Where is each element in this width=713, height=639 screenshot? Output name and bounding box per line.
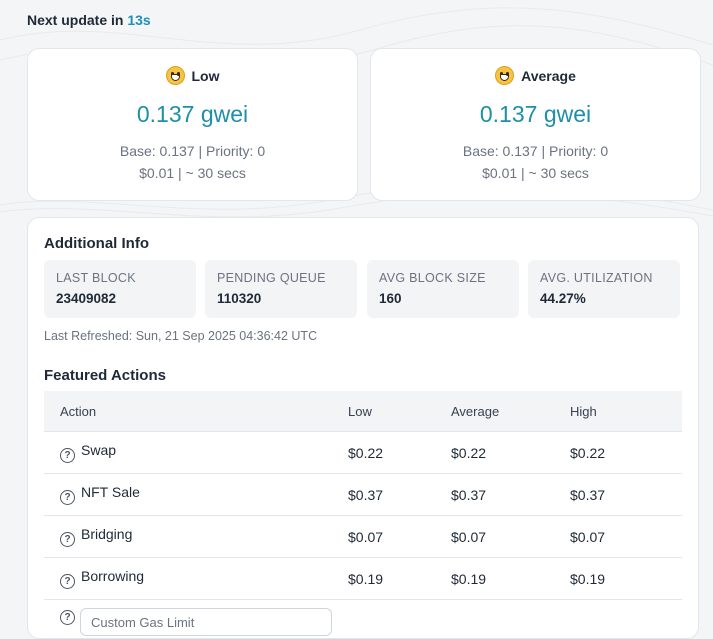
stat-value: 23409082 bbox=[56, 291, 117, 306]
stat-value: 44.27% bbox=[540, 291, 586, 306]
gas-card-header: Average bbox=[371, 66, 700, 85]
custom-gas-row: ? bbox=[44, 601, 344, 636]
action-name: Borrowing bbox=[81, 568, 145, 584]
cost-average: $0.22 bbox=[451, 431, 570, 474]
action-name: Bridging bbox=[81, 526, 133, 542]
stat-label: AVG. UTILIZATION bbox=[540, 271, 653, 285]
cost-average: $0.19 bbox=[451, 557, 570, 600]
last-refreshed-timestamp: Last Refreshed: Sun, 21 Sep 2025 04:36:4… bbox=[44, 329, 318, 343]
cost-average: $0.07 bbox=[451, 515, 570, 558]
action-name: Swap bbox=[81, 442, 117, 458]
grinning-face-icon bbox=[165, 66, 185, 85]
action-cell: ? Swap bbox=[44, 431, 348, 474]
stat-avg-utilization: AVG. UTILIZATION 44.27% bbox=[528, 260, 680, 318]
column-header-low: Low bbox=[348, 391, 451, 432]
help-icon[interactable]: ? bbox=[60, 532, 75, 547]
cost-low: $0.22 bbox=[348, 431, 451, 474]
column-header-average: Average bbox=[451, 391, 570, 432]
action-name: NFT Sale bbox=[81, 484, 140, 500]
stat-avg-block-size: AVG BLOCK SIZE 160 bbox=[367, 260, 519, 318]
countdown-timer: 13s bbox=[127, 12, 151, 28]
featured-actions-table: Action Low Average High ? Swap $0.22 $0.2… bbox=[44, 391, 682, 600]
help-icon[interactable]: ? bbox=[60, 490, 75, 505]
gas-cost-time: $0.01 | ~ 30 secs bbox=[482, 165, 589, 181]
gas-card-low: Low 0.137 gwei Base: 0.137 | Priority: 0… bbox=[27, 48, 358, 201]
table-row: ? Borrowing $0.19 $0.19 $0.19 bbox=[44, 557, 682, 600]
gas-card-average: Average 0.137 gwei Base: 0.137 | Priorit… bbox=[370, 48, 701, 201]
cost-low: $0.07 bbox=[348, 515, 451, 558]
cost-low: $0.19 bbox=[348, 557, 451, 600]
stat-value: 110320 bbox=[217, 291, 262, 306]
table-row: ? NFT Sale $0.37 $0.37 $0.37 bbox=[44, 473, 682, 516]
stat-value: 160 bbox=[379, 291, 402, 306]
gas-cost-time: $0.01 | ~ 30 secs bbox=[139, 165, 246, 181]
gas-card-header: Low bbox=[28, 66, 357, 85]
cost-high: $0.37 bbox=[570, 473, 682, 516]
help-icon[interactable]: ? bbox=[60, 574, 75, 589]
stat-label: LAST BLOCK bbox=[56, 271, 136, 285]
custom-gas-limit-input[interactable] bbox=[80, 608, 332, 636]
cost-high: $0.07 bbox=[570, 515, 682, 558]
stat-last-block: LAST BLOCK 23409082 bbox=[44, 260, 196, 318]
additional-info-title: Additional Info bbox=[44, 235, 149, 252]
column-header-high: High bbox=[570, 391, 682, 432]
gas-price-value: 0.137 gwei bbox=[136, 101, 249, 127]
gas-price-value: 0.137 gwei bbox=[479, 101, 592, 127]
cost-high: $0.22 bbox=[570, 431, 682, 474]
gas-tier-label: Low bbox=[191, 68, 220, 84]
gas-base-priority: Base: 0.137 | Priority: 0 bbox=[462, 143, 609, 159]
action-cell: ? Borrowing bbox=[44, 557, 348, 600]
help-icon[interactable]: ? bbox=[60, 448, 75, 463]
table-row: ? Swap $0.22 $0.22 $0.22 bbox=[44, 431, 682, 474]
table-header-row: Action Low Average High bbox=[44, 391, 682, 432]
cost-average: $0.37 bbox=[451, 473, 570, 516]
gas-tier-label: Average bbox=[521, 68, 576, 84]
help-icon[interactable]: ? bbox=[60, 610, 75, 625]
table-row: ? Bridging $0.07 $0.07 $0.07 bbox=[44, 515, 682, 558]
stat-pending-queue: PENDING QUEUE 110320 bbox=[205, 260, 357, 318]
stat-label: PENDING QUEUE bbox=[217, 271, 326, 285]
featured-actions-title: Featured Actions bbox=[44, 367, 166, 384]
action-cell: ? Bridging bbox=[44, 515, 348, 558]
column-header-action: Action bbox=[44, 391, 348, 432]
smiling-face-icon bbox=[495, 66, 515, 85]
details-panel: Additional Info LAST BLOCK 23409082 PEND… bbox=[27, 217, 699, 639]
next-update-label: Next update in bbox=[27, 12, 124, 28]
gas-base-priority: Base: 0.137 | Priority: 0 bbox=[119, 143, 266, 159]
cost-high: $0.19 bbox=[570, 557, 682, 600]
next-update-indicator: Next update in 13s bbox=[27, 12, 151, 28]
action-cell: ? NFT Sale bbox=[44, 473, 348, 516]
stat-label: AVG BLOCK SIZE bbox=[379, 271, 486, 285]
cost-low: $0.37 bbox=[348, 473, 451, 516]
